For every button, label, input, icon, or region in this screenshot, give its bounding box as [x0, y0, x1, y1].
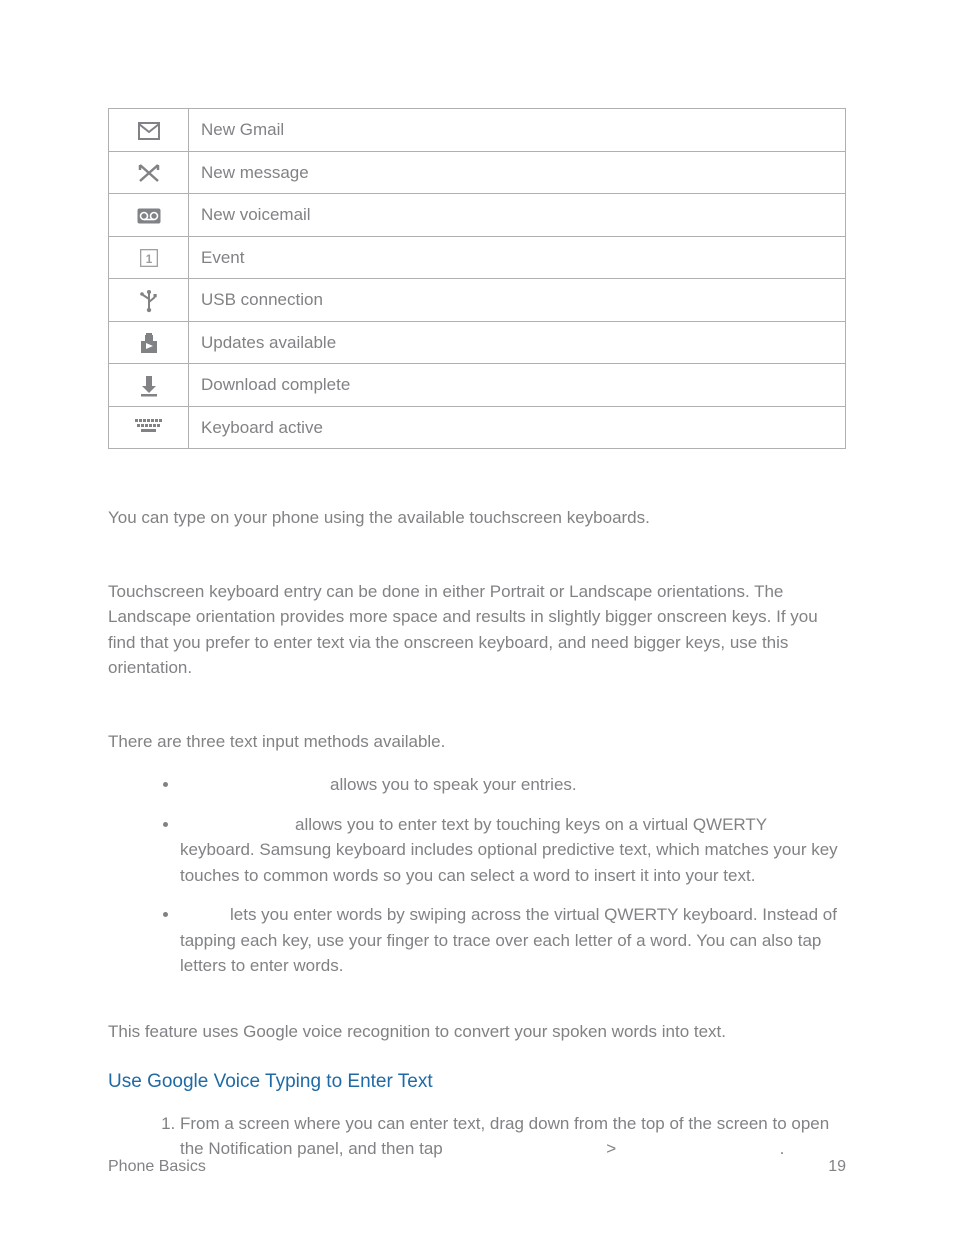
keyboard-active-icon	[135, 419, 163, 437]
page-content: New Gmail New message	[0, 0, 954, 1162]
table-row: New message	[109, 151, 846, 194]
download-complete-icon	[137, 374, 161, 398]
table-cell-label: New Gmail	[189, 109, 846, 152]
notification-icons-table: New Gmail New message	[108, 108, 846, 449]
icon-cell	[109, 279, 189, 322]
table-cell-label: Event	[189, 236, 846, 279]
list-item-text: allows you to speak your entries.	[330, 775, 577, 794]
step-text: From a screen where you can enter text, …	[180, 1114, 829, 1159]
updates-available-icon	[137, 331, 161, 355]
list-item-text: lets you enter words by swiping across t…	[180, 905, 837, 975]
subsection-heading: Use Google Voice Typing to Enter Text	[108, 1068, 846, 1097]
table-cell-label: Keyboard active	[189, 406, 846, 449]
icon-cell: 1	[109, 236, 189, 279]
table-row: Download complete	[109, 364, 846, 407]
icon-cell	[109, 364, 189, 407]
paragraph: There are three text input methods avail…	[108, 729, 846, 755]
table-row: Keyboard active	[109, 406, 846, 449]
table-cell-label: New message	[189, 151, 846, 194]
footer-section-title: Phone Basics	[108, 1155, 206, 1179]
calendar-event-icon: 1	[139, 247, 159, 269]
steps-list: From a screen where you can enter text, …	[108, 1111, 846, 1162]
footer-page-number: 19	[828, 1155, 846, 1179]
voicemail-icon	[136, 208, 162, 224]
table-cell-label: USB connection	[189, 279, 846, 322]
list-item-text: allows you to enter text by touching key…	[180, 815, 838, 885]
paragraph: You can type on your phone using the ava…	[108, 505, 846, 531]
list-item: allows you to speak your entries.	[180, 772, 846, 798]
table-cell-label: Download complete	[189, 364, 846, 407]
page-footer: Phone Basics 19	[108, 1155, 846, 1179]
svg-text:1: 1	[145, 253, 152, 266]
gmail-icon	[137, 119, 161, 143]
table-row: Updates available	[109, 321, 846, 364]
icon-cell	[109, 109, 189, 152]
table-cell-label: New voicemail	[189, 194, 846, 237]
paragraph: Touchscreen keyboard entry can be done i…	[108, 579, 846, 681]
icon-cell	[109, 321, 189, 364]
list-item: lets you enter words by swiping across t…	[180, 902, 846, 979]
icon-cell	[109, 194, 189, 237]
icon-cell	[109, 151, 189, 194]
table-cell-label: Updates available	[189, 321, 846, 364]
message-icon	[137, 161, 161, 185]
table-row: USB connection	[109, 279, 846, 322]
step-item: From a screen where you can enter text, …	[180, 1111, 846, 1162]
paragraph: This feature uses Google voice recogniti…	[108, 1019, 846, 1045]
list-item: allows you to enter text by touching key…	[180, 812, 846, 889]
input-methods-list: allows you to speak your entries. allows…	[108, 772, 846, 979]
usb-icon	[137, 289, 161, 313]
table-row: New voicemail	[109, 194, 846, 237]
table-row: 1 Event	[109, 236, 846, 279]
table-row: New Gmail	[109, 109, 846, 152]
icon-cell	[109, 406, 189, 449]
